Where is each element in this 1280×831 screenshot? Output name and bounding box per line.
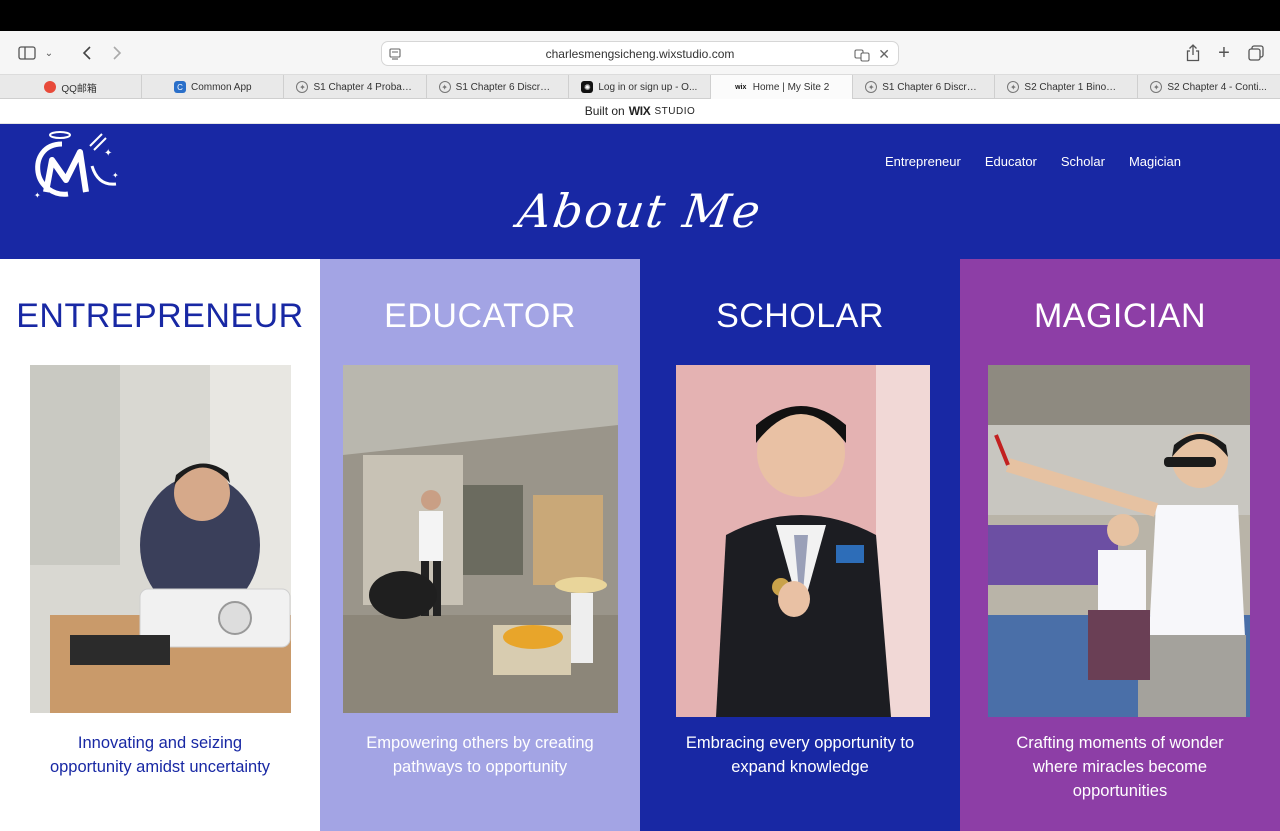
section-caption: Embracing every opportunity to expand kn… xyxy=(685,734,915,776)
share-icon[interactable] xyxy=(1182,43,1204,63)
new-tab-icon[interactable]: + xyxy=(1213,42,1235,64)
compass-icon: ✦ xyxy=(296,81,309,93)
entrepreneur-photo xyxy=(30,365,291,713)
tab-login[interactable]: ✺ Log in or sign up - O... xyxy=(569,75,711,99)
section-title: SCHOLAR xyxy=(716,297,884,335)
openai-icon: ✺ xyxy=(581,81,594,93)
section-title: EDUCATOR xyxy=(384,297,576,335)
tab-overview-icon[interactable] xyxy=(1245,43,1267,63)
tab-qq-mail[interactable]: QQ邮箱 xyxy=(0,75,143,99)
about-sections: ENTREPRENEUR Innovating and seizing oppo… xyxy=(0,259,1280,831)
tab-label: Common App xyxy=(190,81,252,93)
svg-text:✦: ✦ xyxy=(112,171,119,180)
wix-logo: WIX xyxy=(628,104,651,118)
section-title: ENTREPRENEUR xyxy=(16,297,304,335)
tab-label: QQ邮箱 xyxy=(61,83,97,95)
common-app-icon: C xyxy=(173,81,186,93)
wix-product: STUDIO xyxy=(654,105,696,117)
tab-s1-chapter-6-b[interactable]: ✦ S1 Chapter 6 Discret... xyxy=(853,75,996,99)
page-title: About Me xyxy=(514,184,766,238)
section-entrepreneur: ENTREPRENEUR Innovating and seizing oppo… xyxy=(0,259,320,831)
tab-s2-chapter-1[interactable]: ✦ S2 Chapter 1 Binomi... xyxy=(995,75,1138,99)
site-nav: Entrepreneur Educator Scholar Magician xyxy=(885,154,1181,169)
section-magician: MAGICIAN Crafting moments of wonder wher… xyxy=(960,259,1280,831)
address-bar[interactable]: charlesmengsicheng.wixstudio.com ✕ xyxy=(381,41,899,66)
tab-s2-chapter-4[interactable]: ✦ S2 Chapter 4 - Conti... xyxy=(1138,75,1280,99)
tab-label: S2 Chapter 4 - Conti... xyxy=(1167,81,1267,93)
section-title: MAGICIAN xyxy=(1033,297,1207,335)
back-icon[interactable] xyxy=(76,43,98,63)
tab-label: S1 Chapter 6 Discret... xyxy=(455,81,556,93)
section-caption: Empowering others by creating pathways t… xyxy=(366,734,594,776)
url-text[interactable]: charlesmengsicheng.wixstudio.com xyxy=(546,47,735,61)
tab-label: S2 Chapter 1 Binomi... xyxy=(1024,81,1125,93)
compass-icon: ✦ xyxy=(1150,81,1163,93)
forward-icon[interactable] xyxy=(106,43,128,63)
tab-s1-chapter-4[interactable]: ✦ S1 Chapter 4 Probab... xyxy=(284,75,427,99)
nav-educator[interactable]: Educator xyxy=(985,154,1037,169)
qq-mail-icon xyxy=(44,81,57,93)
svg-text:✦: ✦ xyxy=(104,148,112,159)
nav-scholar[interactable]: Scholar xyxy=(1061,154,1105,169)
section-scholar: SCHOLAR Embracing every opportunity to e… xyxy=(640,259,960,831)
wix-banner-prefix: Built on xyxy=(584,104,625,118)
nav-entrepreneur[interactable]: Entrepreneur xyxy=(885,154,961,169)
nav-magician[interactable]: Magician xyxy=(1129,154,1181,169)
tab-label: S1 Chapter 6 Discret... xyxy=(882,81,983,93)
section-caption: Crafting moments of wonder where miracle… xyxy=(1016,734,1224,800)
close-icon[interactable]: ✕ xyxy=(878,46,890,63)
tab-common-app[interactable]: C Common App xyxy=(142,75,285,99)
educator-photo xyxy=(343,365,618,713)
compass-icon: ✦ xyxy=(438,81,451,93)
window-top-bar xyxy=(0,0,1280,31)
site-header: ✦ ✦ ✦ Entrepreneur Educator Scholar Magi… xyxy=(0,124,1280,259)
scholar-photo xyxy=(676,365,930,717)
wix-banner[interactable]: Built on WIX STUDIO xyxy=(0,99,1280,124)
browser-toolbar: ⌄ charlesmengsicheng.wixstudio.com ✕ + xyxy=(0,31,1280,75)
chevron-down-icon[interactable]: ⌄ xyxy=(38,43,60,63)
wix-icon: wix xyxy=(735,83,747,91)
magician-photo xyxy=(988,365,1250,717)
tab-label: Log in or sign up - O... xyxy=(598,81,698,93)
tab-s1-chapter-6[interactable]: ✦ S1 Chapter 6 Discret... xyxy=(427,75,569,99)
page-settings-icon[interactable] xyxy=(388,47,402,61)
tab-label: Home | My Site 2 xyxy=(752,81,830,93)
translate-icon[interactable] xyxy=(854,48,870,62)
section-caption: Innovating and seizing opportunity amids… xyxy=(49,734,271,776)
compass-icon: ✦ xyxy=(865,81,878,93)
tab-label: S1 Chapter 4 Probab... xyxy=(313,81,414,93)
compass-icon: ✦ xyxy=(1007,81,1020,93)
section-educator: EDUCATOR Empowering others by creating p… xyxy=(320,259,640,831)
tab-bar: QQ邮箱 C Common App ✦ S1 Chapter 4 Probab.… xyxy=(0,75,1280,99)
sidebar-toggle-icon[interactable] xyxy=(16,43,38,63)
tab-home-my-site[interactable]: wix Home | My Site 2 xyxy=(710,75,854,99)
